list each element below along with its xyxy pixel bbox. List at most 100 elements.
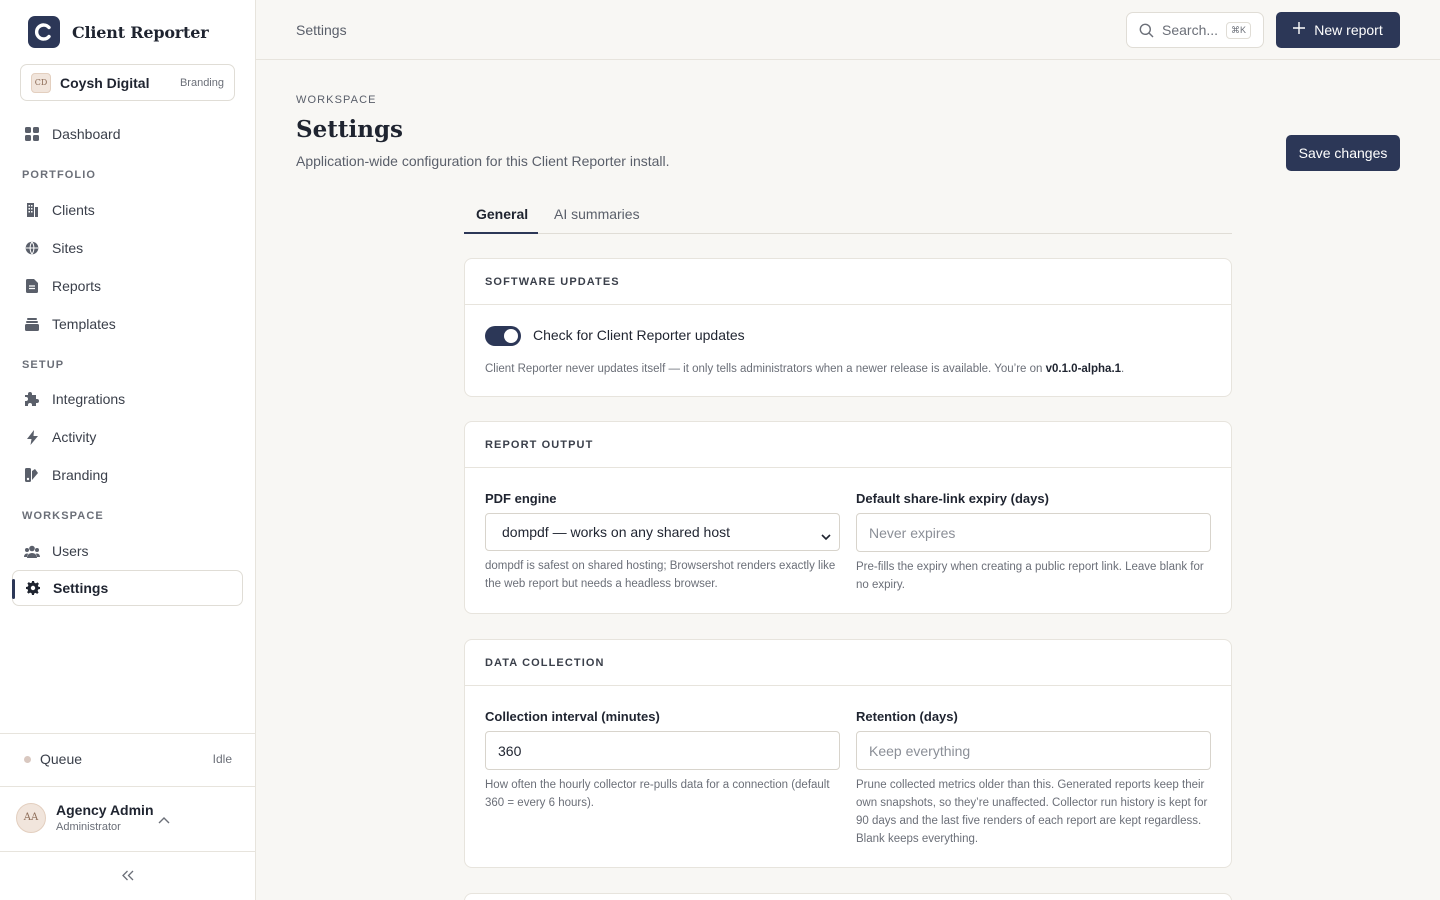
page-title: Settings [296, 116, 403, 143]
workspace-name: Coysh Digital [60, 74, 150, 91]
workspace-switcher[interactable]: CD Coysh Digital Branding [20, 64, 235, 101]
pdf-engine-value: dompdf — works on any shared host [502, 524, 731, 540]
plus-icon [1293, 22, 1306, 38]
nav-section-setup: SETUP [22, 359, 65, 371]
search-placeholder: Search... [1162, 22, 1219, 38]
dashboard-grid-icon [24, 126, 40, 142]
nav-section-workspace: WORKSPACE [22, 510, 104, 522]
toggle-knob [504, 329, 518, 343]
retention-label: Retention (days) [856, 709, 958, 724]
user-menu[interactable]: AA Agency Admin Administrator [16, 802, 154, 833]
share-expiry-label: Default share-link expiry (days) [856, 491, 1049, 506]
avatar: AA [16, 802, 46, 833]
sidebar-item-sites[interactable]: Sites [12, 230, 243, 266]
sidebar-item-activity[interactable]: Activity [12, 419, 243, 455]
sidebar-item-label: Settings [53, 580, 109, 596]
users-icon [24, 543, 40, 559]
sidebar-item-label: Activity [52, 429, 97, 445]
search-button[interactable]: Search... ⌘K [1126, 12, 1264, 48]
update-help-prefix: Client Reporter never updates itself — i… [485, 363, 1046, 375]
document-icon [24, 278, 40, 294]
sidebar-item-settings[interactable]: Settings [12, 570, 243, 606]
update-help-text: Client Reporter never updates itself — i… [485, 360, 1215, 378]
sidebar-item-label: Reports [52, 278, 102, 294]
retention-help: Prune collected metrics older than this.… [856, 779, 1208, 845]
sidebar-divider [0, 786, 255, 787]
collection-interval-help: How often the hourly collector re-pulls … [485, 779, 830, 809]
puzzle-icon [24, 391, 40, 407]
queue-status[interactable]: Queue Idle [24, 751, 232, 767]
sidebar-item-integrations[interactable]: Integrations [12, 381, 243, 417]
pdf-engine-help: dompdf is safest on shared hosting; Brow… [485, 560, 836, 590]
brand[interactable]: Client Reporter [28, 16, 209, 48]
user-role: Administrator [56, 821, 121, 833]
sidebar-item-label: Integrations [52, 391, 126, 407]
collection-interval-input[interactable] [485, 731, 840, 770]
palette-icon [24, 467, 40, 483]
next-settings-card [464, 893, 1232, 900]
settings-tabs: General AI summaries [464, 196, 1232, 234]
page-eyebrow: WORKSPACE [296, 94, 377, 106]
chevron-down-icon [821, 528, 831, 544]
card-heading: DATA COLLECTION [465, 640, 1231, 686]
card-heading: SOFTWARE UPDATES [465, 259, 1231, 305]
sidebar-item-templates[interactable]: Templates [12, 306, 243, 342]
lightning-bolt-icon [24, 429, 40, 445]
globe-icon [24, 240, 40, 256]
sidebar-item-label: Branding [52, 467, 109, 483]
sidebar-item-label: Templates [52, 316, 116, 332]
pdf-engine-select[interactable]: dompdf — works on any shared host [485, 513, 840, 551]
tab-ai-summaries[interactable]: AI summaries [554, 206, 640, 222]
update-help-suffix: . [1121, 363, 1125, 375]
app-name: Client Reporter [72, 22, 209, 42]
active-tab-indicator [464, 232, 538, 234]
collection-interval-label: Collection interval (minutes) [485, 709, 660, 724]
app-logo-icon [28, 16, 60, 48]
update-check-label: Check for Client Reporter updates [533, 327, 745, 343]
layers-icon [24, 316, 40, 332]
chevron-up-icon[interactable] [158, 811, 170, 827]
update-check-toggle[interactable] [485, 326, 521, 346]
new-report-label: New report [1314, 22, 1383, 38]
sidebar-item-users[interactable]: Users [12, 533, 243, 569]
new-report-button[interactable]: New report [1276, 12, 1400, 48]
retention-input[interactable] [856, 731, 1211, 770]
sidebar-item-label: Clients [52, 202, 95, 218]
nav-section-portfolio: PORTFOLIO [22, 169, 97, 181]
share-expiry-help: Pre-fills the expiry when creating a pub… [856, 561, 1204, 591]
data-collection-card: DATA COLLECTION Collection interval (min… [464, 639, 1232, 868]
search-shortcut: ⌘K [1225, 21, 1251, 39]
sidebar-item-label: Sites [52, 240, 84, 256]
sidebar: Client Reporter CD Coysh Digital Brandin… [0, 0, 256, 900]
sidebar-item-label: Users [52, 543, 89, 559]
page-subtitle: Application-wide configuration for this … [296, 153, 670, 169]
sidebar-item-clients[interactable]: Clients [12, 192, 243, 228]
tab-general[interactable]: General [476, 206, 528, 222]
save-changes-button[interactable]: Save changes [1286, 135, 1400, 171]
queue-label: Queue [40, 751, 83, 767]
sidebar-divider [0, 851, 255, 852]
user-name: Agency Admin [56, 802, 154, 818]
breadcrumb: Settings [296, 22, 347, 38]
queue-status-dot [24, 755, 31, 763]
double-chevron-left-icon [122, 868, 134, 884]
current-version: v0.1.0-alpha.1 [1045, 363, 1122, 375]
workspace-tag: Branding [179, 76, 224, 89]
pdf-engine-label: PDF engine [485, 491, 557, 506]
software-updates-card: SOFTWARE UPDATES Check for Client Report… [464, 258, 1232, 397]
share-expiry-input[interactable] [856, 513, 1211, 552]
queue-state: Idle [212, 752, 232, 766]
sidebar-divider [0, 733, 255, 734]
card-heading: REPORT OUTPUT [465, 422, 1231, 468]
top-bar: Settings Search... ⌘K New report [256, 0, 1440, 60]
sidebar-item-branding[interactable]: Branding [12, 457, 243, 493]
collapse-sidebar-button[interactable] [118, 866, 138, 886]
gear-icon [25, 580, 41, 596]
report-output-card: REPORT OUTPUT PDF engine dompdf — works … [464, 421, 1232, 614]
sidebar-item-label: Dashboard [52, 126, 121, 142]
workspace-avatar: CD [31, 72, 51, 93]
search-icon [1139, 23, 1154, 38]
building-icon [24, 202, 40, 218]
sidebar-item-reports[interactable]: Reports [12, 268, 243, 304]
sidebar-item-dashboard[interactable]: Dashboard [12, 116, 243, 152]
